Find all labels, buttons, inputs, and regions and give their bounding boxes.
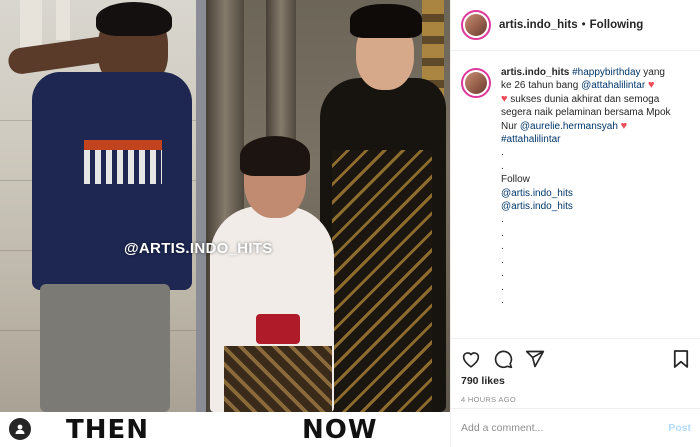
caption-text-segment: Nur <box>501 120 520 132</box>
caption-line: . <box>501 227 686 240</box>
caption-text-segment: . <box>501 241 504 253</box>
hashtag-link[interactable]: #attahalilintar <box>501 134 560 145</box>
caption-line: ke 26 tahun bang @attahalilintar ♥ <box>501 79 686 92</box>
caption-line: . <box>501 294 686 307</box>
avatar-image <box>465 72 487 94</box>
header-username[interactable]: artis.indo_hits <box>499 19 578 31</box>
caption-line: #attahalilintar <box>501 133 686 146</box>
caption-text: artis.indo_hits #happybirthday yang ke 26… <box>501 66 686 307</box>
caption-text-segment: . <box>501 214 504 226</box>
mention-link[interactable]: @aurelie.hermansyah <box>520 121 618 132</box>
now-photo <box>206 0 450 412</box>
post-button[interactable]: Post <box>668 422 691 434</box>
hashtag-link[interactable]: #happybirthday <box>572 67 640 78</box>
caption-text-segment: Follow <box>501 174 530 186</box>
caption-line: . <box>501 213 686 226</box>
post-header: artis.indo_hits • Following <box>451 0 700 51</box>
comment-input[interactable] <box>461 422 669 434</box>
caption-lines: artis.indo_hits #happybirthday yang ke 26… <box>501 66 686 307</box>
caption-text-segment: segera naik pelaminan bersama Mpok <box>501 107 671 119</box>
caption-username[interactable]: artis.indo_hits <box>501 67 572 78</box>
shirt-graphic <box>84 140 162 184</box>
post-timestamp[interactable]: 4 HOURS AGO <box>461 395 691 404</box>
watermark: @ARTIS.INDO_HITS <box>124 240 273 257</box>
caption-line: segera naik pelaminan bersama Mpok <box>501 106 686 119</box>
bride-hair <box>240 136 310 176</box>
caption-line: . <box>501 267 686 280</box>
caption-text-segment: . <box>501 147 504 159</box>
caption-line: . <box>501 240 686 253</box>
heart-icon[interactable] <box>461 349 481 369</box>
then-photo <box>0 0 206 412</box>
caption-row: artis.indo_hits #happybirthday yang ke 26… <box>461 66 691 307</box>
groom-headwear <box>350 4 422 38</box>
groom-embroidery <box>332 150 432 412</box>
person-icon[interactable] <box>9 418 31 440</box>
post-sidebar: artis.indo_hits • Following artis.indo_h… <box>450 0 700 447</box>
caption-text-segment: . <box>501 281 504 293</box>
comments-area: artis.indo_hits #happybirthday yang ke 26… <box>451 52 700 338</box>
background-pillar <box>56 0 70 40</box>
caption-line: Follow <box>501 173 686 186</box>
caption-text-segment: . <box>501 254 504 266</box>
following-button[interactable]: Following <box>590 19 644 31</box>
avatar[interactable] <box>461 10 491 40</box>
avatar-image <box>465 14 487 36</box>
share-icon[interactable] <box>525 349 545 369</box>
post-media[interactable]: @ARTIS.INDO_HITS THEN NOW <box>0 0 450 447</box>
bookmark-icon[interactable] <box>671 349 691 369</box>
header-text: artis.indo_hits • Following <box>499 19 643 31</box>
then-label: THEN <box>66 415 150 445</box>
action-bar: 790 likes 4 HOURS AGO <box>451 338 700 404</box>
boy-hair <box>96 2 172 36</box>
caption-line: . <box>501 160 686 173</box>
caption-line: artis.indo_hits #happybirthday yang <box>501 66 686 79</box>
likes-count[interactable]: 790 likes <box>461 375 691 387</box>
bride-batik-skirt <box>224 346 332 412</box>
heart-emoji-icon: ♥ <box>647 79 655 92</box>
caption-line: @artis.indo_hits <box>501 187 686 200</box>
caption-line: ♥ sukses dunia akhirat dan semoga <box>501 93 686 106</box>
caption-text-segment: . <box>501 160 504 172</box>
comment-form: Post <box>451 408 700 447</box>
caption-line: . <box>501 146 686 159</box>
mention-link[interactable]: @artis.indo_hits <box>501 188 573 199</box>
caption-line: @artis.indo_hits <box>501 200 686 213</box>
boy-pants <box>40 284 170 412</box>
action-icons <box>461 345 691 373</box>
caption-text-segment: . <box>501 294 504 306</box>
bride-sash <box>256 314 300 344</box>
mention-link[interactable]: @artis.indo_hits <box>501 201 573 212</box>
caption-line: . <box>501 254 686 267</box>
comment-icon[interactable] <box>493 349 513 369</box>
caption-text-segment: yang <box>640 67 665 78</box>
now-label: NOW <box>302 415 378 445</box>
caption-text-segment: ke 26 tahun bang <box>501 80 582 92</box>
caption-line: Nur @aurelie.hermansyah ♥ <box>501 120 686 133</box>
caption-text-segment: sukses dunia akhirat dan semoga <box>507 93 660 105</box>
heart-emoji-icon: ♥ <box>620 119 628 132</box>
caption-line: . <box>501 281 686 294</box>
caption-text-segment: . <box>501 268 504 280</box>
avatar[interactable] <box>461 68 491 98</box>
header-separator: • <box>581 19 586 31</box>
mention-link[interactable]: @attahalilintar <box>581 80 645 91</box>
caption-text-segment: . <box>501 227 504 239</box>
